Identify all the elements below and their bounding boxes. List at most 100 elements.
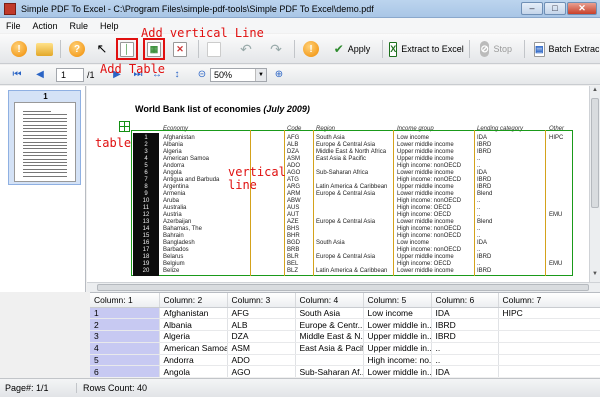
grid-cell[interactable]: Albania [159, 318, 228, 332]
maximize-button[interactable]: □ [544, 2, 566, 15]
close-button[interactable]: ✕ [567, 2, 597, 15]
grid-column-header[interactable]: Column: 3 [227, 293, 296, 308]
menu-action[interactable]: Action [27, 21, 64, 31]
grid-row[interactable]: 6 Angola AGO Sub-Saharan Af... Lower middle … [90, 365, 600, 377]
grid-row[interactable]: 1 Afghanistan AFG South Asia Low income IDA HI… [90, 307, 600, 320]
vertical-line[interactable] [250, 130, 251, 276]
select-button[interactable]: ↖ [92, 38, 112, 60]
grid-cell[interactable] [498, 354, 600, 367]
grid-cell[interactable] [295, 354, 364, 367]
help-button[interactable]: ? [66, 38, 88, 60]
minimize-button[interactable]: – [521, 2, 543, 15]
menu-file[interactable]: File [0, 21, 27, 31]
grid-cell[interactable]: Afghanistan [159, 307, 228, 320]
scroll-down-icon[interactable]: ▼ [590, 271, 600, 281]
disabled-tool-button[interactable] [204, 38, 224, 60]
document-vertical-scrollbar[interactable]: ▲ ▼ [589, 86, 600, 282]
grid-row[interactable]: 4American SamoaASMEast Asia & PacificUpp… [90, 342, 600, 355]
grid-column-header[interactable]: Column: 1 [90, 293, 160, 308]
grid-cell[interactable]: 2 [90, 318, 160, 332]
add-vertical-line-button[interactable]: │ [116, 38, 138, 60]
vertical-line[interactable] [313, 130, 314, 276]
zoom-out-button[interactable]: ⊝ [195, 68, 209, 82]
grid-cell[interactable]: Europe & Centr... [295, 318, 364, 332]
grid-cell[interactable]: Middle East & N... [295, 330, 364, 343]
grid-cell[interactable]: Upper middle in... [363, 342, 432, 355]
scrollbar-thumb[interactable] [591, 98, 599, 208]
vertical-line[interactable] [284, 130, 285, 276]
grid-cell[interactable]: DZA [227, 330, 296, 343]
grid-cell[interactable]: Low income [363, 307, 432, 320]
grid-cell[interactable]: IBRD [431, 330, 499, 343]
menu-help[interactable]: Help [94, 21, 125, 31]
pdf-document-view[interactable]: World Bank list of economies (July 2009)… [87, 86, 589, 282]
grid-cell[interactable]: AGO [227, 365, 296, 377]
grid-cell[interactable]: 1 [90, 307, 160, 320]
vertical-line[interactable] [474, 130, 475, 276]
grid-row[interactable]: 5 Andorra ADO High income: no..... [90, 354, 600, 367]
grid-cell[interactable]: Algeria [159, 330, 228, 343]
zoom-in-button[interactable]: ⊕ [272, 68, 286, 82]
grid-column-header[interactable]: Column: 7 [498, 293, 600, 308]
grid-cell[interactable] [498, 330, 600, 343]
grid-cell[interactable]: IDA [431, 365, 499, 377]
grid-cell[interactable]: ADO [227, 354, 296, 367]
fit-height-button[interactable]: ↕ [170, 68, 184, 82]
grid-cell[interactable]: 4 [90, 342, 160, 355]
grid-cell[interactable]: South Asia [295, 307, 364, 320]
table-move-handle[interactable] [119, 121, 130, 132]
grid-cell[interactable]: Angola [159, 365, 228, 377]
grid-cell[interactable]: HIPC [498, 307, 600, 320]
grid-cell[interactable]: East Asia & Pacific [295, 342, 364, 355]
prev-page-button[interactable]: ◀ [33, 68, 47, 82]
grid-cell[interactable]: ALB [227, 318, 296, 332]
page-thumbnail[interactable]: 1 [8, 90, 81, 185]
new-button[interactable]: ! [8, 38, 30, 60]
grid-cell[interactable]: 6 [90, 365, 160, 377]
delete-button[interactable]: ✕ [170, 38, 190, 60]
grid-cell[interactable]: Upper middle in... [363, 330, 432, 343]
grid-cell[interactable] [498, 342, 600, 355]
grid-cell[interactable]: High income: no... [363, 354, 432, 367]
document-horizontal-scrollbar[interactable] [87, 282, 600, 292]
grid-cell[interactable]: Lower middle in... [363, 365, 432, 377]
grid-cell[interactable]: AFG [227, 307, 296, 320]
vertical-line[interactable] [393, 130, 394, 276]
scroll-up-icon[interactable]: ▲ [590, 87, 600, 97]
redo-button[interactable]: ↷ [266, 38, 286, 60]
grid-column-header[interactable]: Column: 5 [363, 293, 432, 308]
grid-cell[interactable]: Lower middle in... [363, 318, 432, 332]
grid-row[interactable]: 2 Albania ALB Europe & Centr... Lower middle… [90, 318, 600, 332]
grid-cell[interactable] [498, 365, 600, 377]
batch-extract-button[interactable]: ▤ Batch Extract [530, 38, 600, 60]
stop-button[interactable]: ⊘ Stop [476, 38, 516, 60]
grid-cell[interactable]: IDA [431, 307, 499, 320]
grid-cell[interactable]: .. [431, 354, 499, 367]
page-number-input[interactable]: 1 [56, 68, 84, 82]
grid-column-header[interactable]: Column: 2 [159, 293, 228, 308]
open-button[interactable] [33, 38, 55, 60]
extract-to-excel-button[interactable]: X Extract to Excel [389, 38, 464, 60]
grid-cell[interactable]: IBRD [431, 318, 499, 332]
grid-cell[interactable]: 3 [90, 330, 160, 343]
grid-column-header[interactable]: Column: 4 [295, 293, 364, 308]
grid-row[interactable]: 3 Algeria DZA Middle East & N... Upper middl… [90, 330, 600, 343]
grid-cell[interactable]: American Samoa [159, 342, 228, 355]
menu-rule[interactable]: Rule [64, 21, 95, 31]
grid-cell[interactable]: Andorra [159, 354, 228, 367]
apply-button[interactable]: ✔ Apply [331, 38, 373, 60]
info-button[interactable]: ! [300, 38, 322, 60]
grid-cell[interactable]: Sub-Saharan Af... [295, 365, 364, 377]
grid-column-header[interactable]: Column: 6 [431, 293, 499, 308]
add-table-button[interactable]: ▦ [143, 38, 165, 60]
grid-cell[interactable]: 5 [90, 354, 160, 367]
grid-cell[interactable] [498, 318, 600, 332]
grid-cell[interactable]: .. [431, 342, 499, 355]
undo-button[interactable]: ↶ [236, 38, 256, 60]
thumbnail-text-line [23, 117, 67, 119]
zoom-select[interactable]: 50% ▼ [210, 68, 267, 82]
grid-cell[interactable]: ASM [227, 342, 296, 355]
scrollbar-thumb[interactable] [97, 284, 589, 291]
first-page-button[interactable]: ⏮ [10, 68, 24, 82]
vertical-line[interactable] [545, 130, 546, 276]
